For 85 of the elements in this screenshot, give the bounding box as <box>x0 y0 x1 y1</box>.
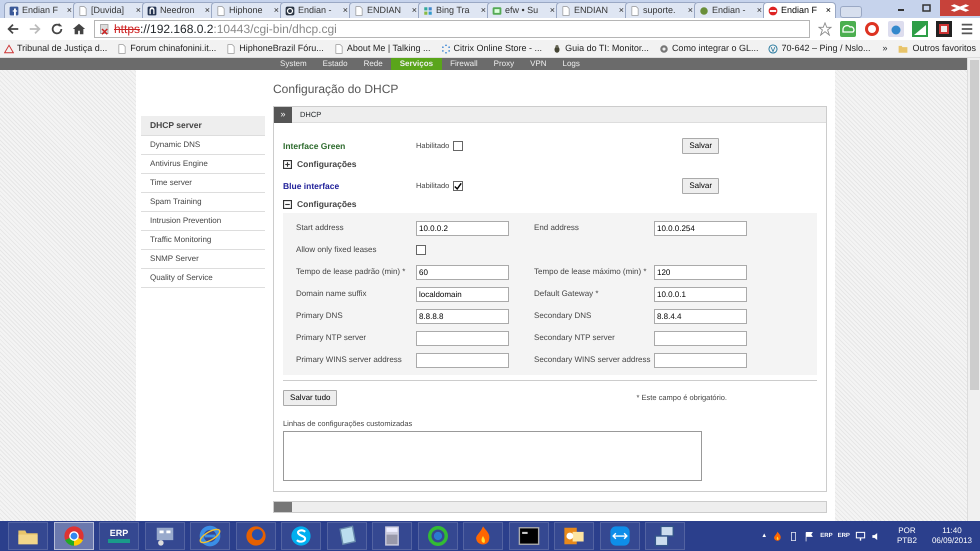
bookmark-link[interactable]: About Me | Talking ... <box>334 42 431 56</box>
nav-tab[interactable]: System <box>272 58 315 70</box>
bookmark-link[interactable]: HiphoneBrazil Fóru... <box>226 42 324 56</box>
nav-tab[interactable]: Estado <box>314 58 356 70</box>
bookmark-link[interactable]: Guia do TI: Monitor... <box>552 42 649 56</box>
browser-tab[interactable]: Bing Tra × <box>418 2 491 18</box>
sidebar-item[interactable]: Intrusion Prevention <box>141 212 265 231</box>
sidebar-item[interactable]: Spam Training <box>141 192 265 212</box>
close-tab-button[interactable]: × <box>826 4 831 18</box>
close-tab-button[interactable]: × <box>204 4 210 18</box>
input-field[interactable]: 60 <box>416 264 509 280</box>
save-all-button[interactable]: Salvar tudo <box>283 390 338 406</box>
bookmark-link[interactable]: Como integrar o GL... <box>658 42 758 56</box>
bookmark-link[interactable]: Forum chinafonini.it... <box>117 42 216 56</box>
input-field[interactable]: 10.0.0.2 <box>416 220 509 236</box>
interface-name: Interface Green <box>283 140 346 152</box>
close-tab-button[interactable]: × <box>66 4 72 18</box>
browser-tab[interactable]: Endian F × <box>4 2 77 18</box>
sidebar-item[interactable]: Dynamic DNS <box>141 136 265 155</box>
field-label: Secondary NTP server <box>534 332 616 344</box>
nav-tab[interactable]: Logs <box>554 58 588 70</box>
bookmark-link[interactable]: 70-642 – Ping / Nslo... <box>768 42 871 56</box>
browser-tab[interactable]: Endian F × <box>763 2 836 18</box>
nav-tab[interactable]: Firewall <box>442 58 486 70</box>
nav-tab[interactable]: VPN <box>522 58 555 70</box>
browser-tab[interactable]: Needron × <box>142 2 215 18</box>
taskbar-app[interactable]: ERP <box>99 522 139 550</box>
field-label: Primary WINS server address <box>296 354 403 366</box>
input-language-indicator[interactable]: POR PTB2 <box>896 526 917 546</box>
input-field[interactable]: 8.8.8.8 <box>416 308 509 324</box>
interface-name: Blue interface <box>283 180 340 192</box>
browser-tab[interactable]: efw • Su × <box>487 2 560 18</box>
field-label: Primary NTP server <box>296 332 368 344</box>
input-field[interactable]: 10.0.0.254 <box>654 220 747 236</box>
nav-tab[interactable]: Rede <box>356 58 391 70</box>
url-text[interactable]: https://192.168.0.2:10443/cgi-bin/dhcp.cgi <box>114 20 337 38</box>
field-label: Domain name suffix <box>296 288 368 300</box>
sidebar-item[interactable]: SNMP Server <box>141 250 265 269</box>
input-field[interactable]: 10.0.0.1 <box>654 286 747 302</box>
input-field[interactable]: 8.8.4.4 <box>654 308 747 324</box>
sidebar-item[interactable]: Antivirus Engine <box>141 154 265 174</box>
browser-tab[interactable]: Endian - × <box>694 2 767 18</box>
field-label: Default Gateway * <box>534 288 600 300</box>
address-bar[interactable]: https://192.168.0.2:10443/cgi-bin/dhcp.cgi <box>94 20 810 38</box>
field-label: Allow only fixed leases <box>296 244 378 256</box>
input-field[interactable]: 120 <box>654 264 747 280</box>
nav-tab[interactable]: Proxy <box>486 58 522 70</box>
browser-tab[interactable]: ENDIAN × <box>349 2 422 18</box>
sidebar-item[interactable]: Time server <box>141 174 265 193</box>
more-bookmarks-button[interactable]: » <box>882 42 888 56</box>
page-title: Configuração do DHCP <box>273 81 400 98</box>
close-tab-button[interactable]: × <box>274 4 279 18</box>
close-tab-button[interactable]: × <box>550 4 555 18</box>
browser-tab[interactable]: suporte. × <box>625 2 698 18</box>
bookmark-link[interactable]: Tribunal de Justiça d... <box>4 42 108 56</box>
close-tab-button[interactable]: × <box>618 4 624 18</box>
sidebar-item[interactable]: Quality of Service <box>141 268 265 288</box>
browser-tab[interactable]: ENDIAN × <box>556 2 629 18</box>
section-label[interactable]: Configurações <box>297 198 357 211</box>
browser-tab[interactable]: Hiphone × <box>211 2 284 18</box>
close-tab-button[interactable]: × <box>342 4 348 18</box>
field-label: End address <box>534 222 580 234</box>
close-tab-button[interactable]: × <box>480 4 486 18</box>
close-tab-button[interactable]: × <box>688 4 693 18</box>
bookmark-link[interactable]: Citrix Online Store - ... <box>440 42 542 56</box>
section-label[interactable]: Configurações <box>297 158 357 171</box>
sidebar-item[interactable]: DHCP server <box>141 116 265 136</box>
browser-tab[interactable]: [Duvida] × <box>73 2 146 18</box>
sidebar-item[interactable]: Traffic Monitoring <box>141 230 265 250</box>
close-tab-button[interactable]: × <box>412 4 417 18</box>
field-label: Secondary WINS server address <box>534 354 652 366</box>
collapse-toggle[interactable]: » <box>274 106 292 122</box>
field-label: Secondary DNS <box>534 310 592 322</box>
browser-tab[interactable]: Endian - × <box>280 2 353 18</box>
clock[interactable]: 11:40 06/09/2013 <box>932 526 972 546</box>
field-label: Start address <box>296 222 345 234</box>
close-tab-button[interactable]: × <box>136 4 141 18</box>
save-button[interactable]: Salvar <box>682 138 719 154</box>
other-bookmarks-folder[interactable]: Outros favoritos <box>897 42 976 56</box>
field-label: Tempo de lease padrão (min) * <box>296 266 406 278</box>
field-label: Primary DNS <box>296 310 344 322</box>
field-label: Tempo de lease máximo (min) * <box>534 266 648 278</box>
save-button[interactable]: Salvar <box>682 178 719 194</box>
close-tab-button[interactable]: × <box>756 4 762 18</box>
input-field[interactable]: localdomain <box>416 286 509 302</box>
